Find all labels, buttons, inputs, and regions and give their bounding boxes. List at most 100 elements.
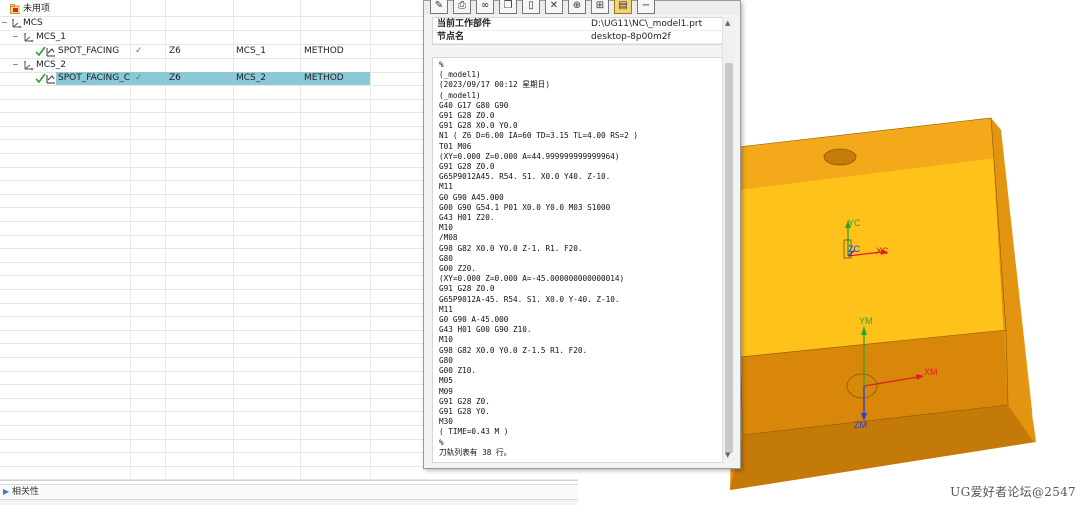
operation-name: SPOT_FACING [58, 46, 120, 56]
axis-label-xm: XM [924, 367, 938, 377]
listing-icon[interactable]: ▤ [614, 0, 632, 14]
nc-line: M09 [439, 386, 453, 396]
nc-line: M30 [439, 417, 453, 427]
nc-line: G80 [439, 355, 453, 365]
coordinate-system-icon [22, 32, 33, 43]
geometry-cell: MCS_1 [236, 46, 266, 56]
hole [846, 373, 878, 399]
nc-line: ( TIME=0.43 M ) [439, 427, 509, 437]
operation-status-icon [35, 73, 55, 84]
relations-panel-header[interactable]: ▶ 相关性 [0, 484, 578, 500]
nc-line: G00 Z20. [439, 264, 477, 274]
nc-line: G91 G28 Z0.0 [439, 111, 495, 121]
nc-line: G43 H01 G00 G90 Z10. [439, 325, 532, 335]
nc-line: (_model1) [439, 70, 481, 80]
coordinate-system-icon [22, 60, 33, 71]
listing-toolbar: ✎ ⎙ ∞ ❐ ▯ ✕ ⊕ ⊞ ▤ − [424, 0, 740, 15]
nc-line: % [439, 60, 444, 69]
info-key: 节点名 [437, 32, 465, 42]
nc-line: M11 [439, 304, 453, 314]
nc-line: /M08 [439, 233, 458, 243]
close-icon[interactable]: ✕ [545, 0, 563, 14]
info-value: D:\UG11\NC\_model1.prt [591, 19, 703, 29]
collapse-icon[interactable]: − [12, 33, 19, 41]
part-info-table: 当前工作部件 D:\UG11\NC\_model1.prt 节点名 deskto… [432, 17, 734, 45]
print-icon[interactable]: ⎙ [453, 0, 471, 14]
page-icon[interactable]: ▯ [522, 0, 540, 14]
nc-line: G43 H01 Z20. [439, 213, 495, 223]
nc-line: G65P9012A-45. R54. S1. X0.0 Y-40. Z-10. [439, 294, 620, 304]
nc-line: G91 G28 Z0.0 [439, 284, 495, 294]
axis-label-yc: YC [848, 218, 861, 228]
scroll-up-icon[interactable]: ▲ [725, 19, 730, 27]
axis-label-zc: ZC [848, 244, 860, 254]
nc-line: 刀轨列表有 38 行。 [439, 447, 512, 457]
nc-line: G91 G28 Z0. [439, 396, 490, 406]
minimize-icon[interactable]: − [637, 0, 655, 14]
nc-code-text: % (_model1) (2023/09/17 00:12 星期日) (_model1… [439, 60, 638, 458]
operation-name: SPOT_FACING_C... [58, 73, 130, 83]
tree-icon[interactable]: ⊞ [591, 0, 609, 14]
tool-cell: Z6 [169, 73, 181, 83]
binoculars-icon[interactable]: ∞ [476, 0, 494, 14]
status-check-icon: ✓ [135, 73, 143, 83]
copy-icon[interactable]: ❐ [499, 0, 517, 14]
expand-arrow-icon[interactable]: ▶ [3, 485, 9, 499]
nc-line: M05 [439, 376, 453, 386]
target-icon[interactable]: ⊕ [568, 0, 586, 14]
nc-line: G0 G90 A45.000 [439, 192, 504, 202]
tree-item-label: MCS [23, 18, 43, 28]
nc-line: (XY=0.000 Z=0.000 A=44.999999999999964) [439, 151, 620, 161]
axis-label-zm: ZM [854, 420, 867, 430]
tree-item-label: MCS_2 [36, 60, 66, 70]
nc-line: G98 G82 X0.0 Y0.0 Z-1.5 R1. F20. [439, 345, 588, 355]
nc-line: G00 Z10. [439, 366, 477, 376]
method-cell: METHOD [304, 73, 344, 83]
forum-watermark: UG爱好者论坛@2547 [950, 485, 1076, 499]
nc-line: M10 [439, 223, 453, 233]
hole [823, 148, 857, 166]
axis-label-ym: YM [859, 316, 873, 326]
collapse-icon[interactable]: − [12, 61, 19, 69]
nc-line: N1 ( Z6 D=6.00 IA=60 TD=3.15 TL=4.00 RS=… [439, 131, 639, 141]
status-check-icon: ✓ [135, 46, 143, 56]
scroll-down-icon[interactable]: ▼ [725, 451, 730, 459]
nc-line: G00 G90 G54.1 P01 X0.0 Y0.0 M03 S1000 [439, 202, 611, 212]
tree-item-label: MCS_1 [36, 32, 66, 42]
nc-line: G91 G28 Y0. [439, 406, 490, 416]
vertical-scrollbar[interactable]: ▲ ▼ [722, 17, 735, 461]
nc-line: G91 G28 X0.0 Y0.0 [439, 121, 518, 131]
edit-icon[interactable]: ✎ [430, 0, 448, 14]
nc-line: M10 [439, 335, 453, 345]
operation-status-icon [35, 46, 55, 57]
nc-line: % [439, 437, 444, 447]
nc-line: G98 G82 X0.0 Y0.0 Z-1. R1. F20. [439, 243, 583, 253]
nc-line: (2023/09/17 00:12 星期日) [439, 80, 550, 90]
axis-label-xc: XC [876, 246, 889, 256]
folder-icon [10, 4, 20, 17]
info-row: 节点名 desktop-8p00m2f [433, 31, 733, 44]
info-key: 当前工作部件 [437, 19, 492, 29]
coordinate-system-icon [10, 18, 21, 29]
nc-code-listing[interactable]: % (_model1) (2023/09/17 00:12 星期日) (_model1… [432, 57, 724, 463]
relations-label: 相关性 [12, 487, 40, 497]
nc-line: M11 [439, 182, 453, 192]
tree-bottom-border [0, 480, 578, 481]
scroll-thumb[interactable] [725, 63, 733, 453]
nc-line: G0 G90 A-45.000 [439, 315, 509, 325]
information-listing-window: ✎ ⎙ ∞ ❐ ▯ ✕ ⊕ ⊞ ▤ − 当前工作部件 D:\UG11\NC\_m… [423, 0, 741, 469]
info-row: 当前工作部件 D:\UG11\NC\_model1.prt [433, 18, 733, 31]
nc-line: G40 G17 G80 G90 [439, 100, 509, 110]
details-panel-header[interactable] [0, 500, 578, 505]
nc-line: (_model1) [439, 90, 481, 100]
method-cell: METHOD [304, 46, 344, 56]
info-value: desktop-8p00m2f [591, 32, 671, 42]
nc-line: T01 M06 [439, 141, 472, 151]
nc-line: G80 [439, 253, 453, 263]
collapse-icon[interactable]: − [1, 19, 8, 27]
nc-line: G65P9012A45. R54. S1. X0.0 Y40. Z-10. [439, 172, 611, 182]
tree-item-label: 未用项 [23, 4, 51, 14]
tool-cell: Z6 [169, 46, 181, 56]
nc-line: G91 G28 Z0.0 [439, 162, 495, 172]
geometry-cell: MCS_2 [236, 73, 266, 83]
